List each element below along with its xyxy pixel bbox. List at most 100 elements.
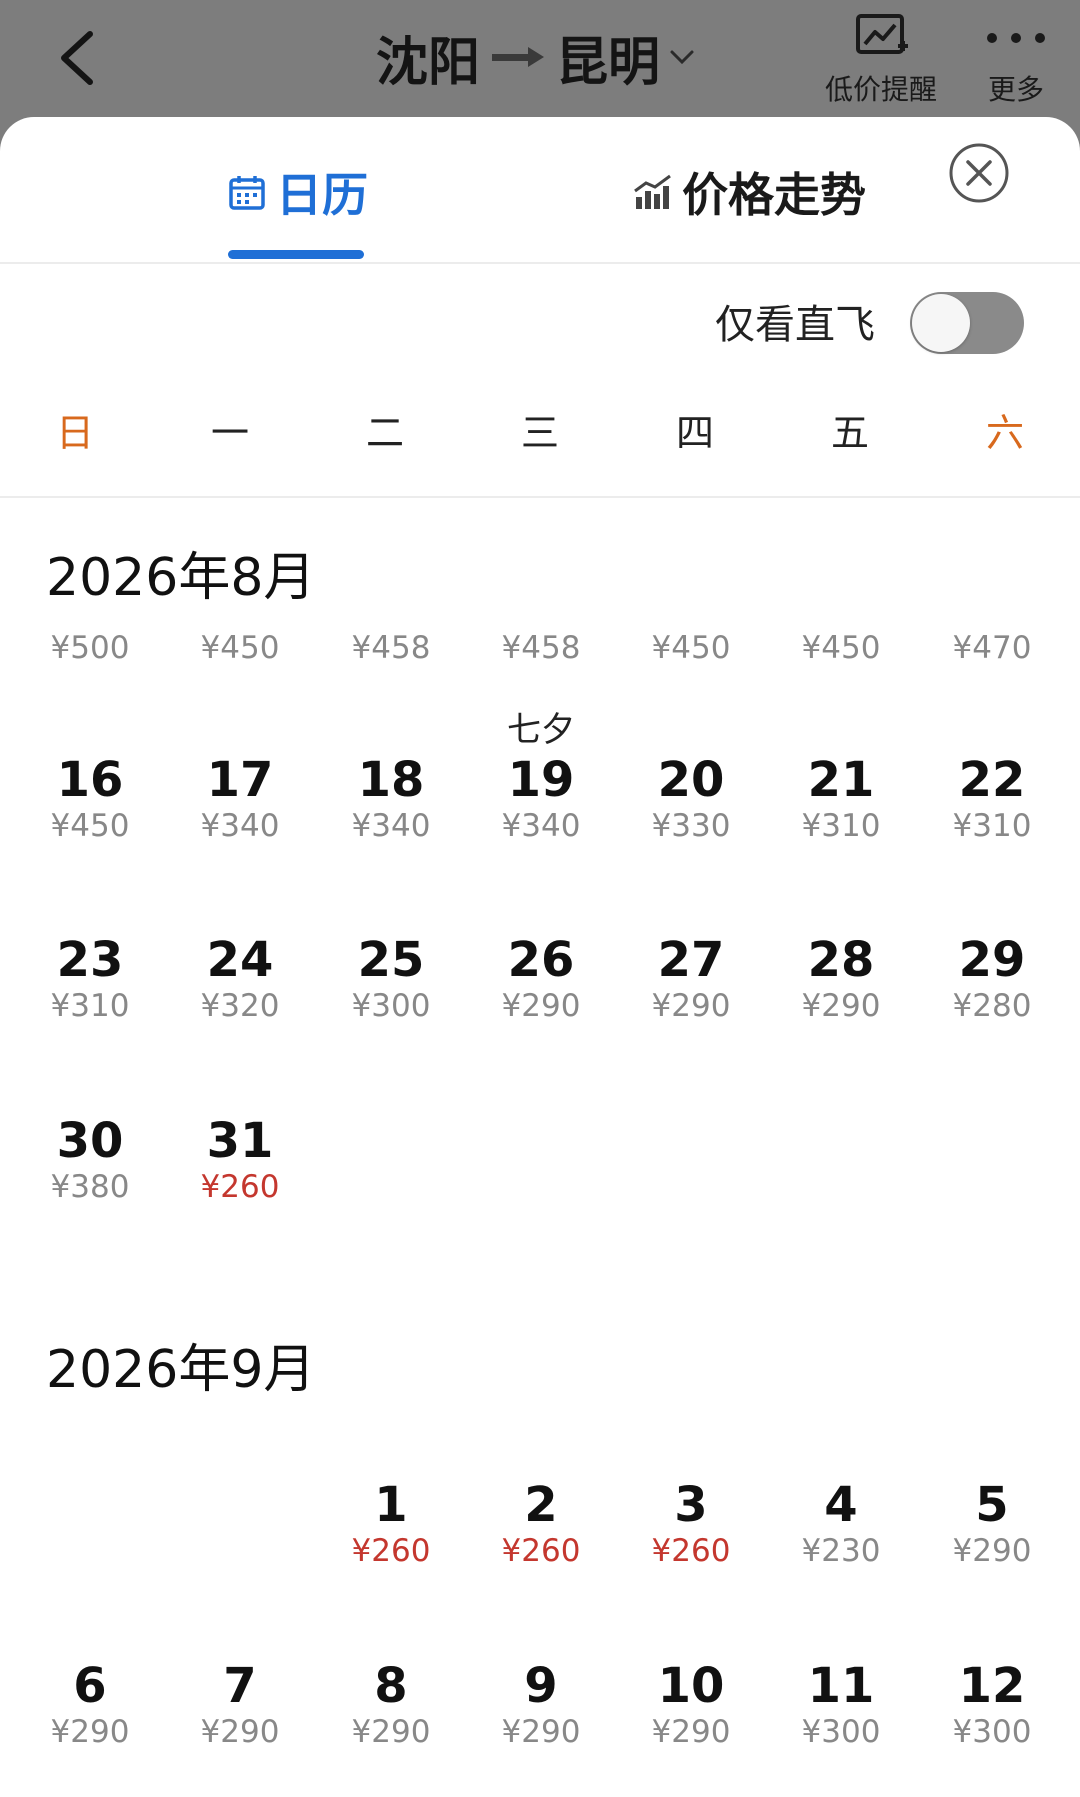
price-label: ¥290: [200, 1714, 280, 1750]
day-number: 3: [674, 1477, 708, 1533]
price-label: ¥320: [200, 988, 280, 1024]
price-alert-icon: [856, 14, 908, 54]
low-price-label: ¥260: [351, 1533, 431, 1569]
date-cell[interactable]: 26 ¥290: [466, 932, 616, 1024]
day-number: 17: [206, 752, 274, 808]
price-label: ¥300: [351, 988, 431, 1024]
price-alert-button[interactable]: 低价提醒: [818, 12, 944, 108]
day-number: 29: [958, 932, 1026, 988]
day-number: 18: [357, 752, 425, 808]
price-label: ¥310: [801, 808, 881, 844]
day-number: 30: [56, 1113, 124, 1169]
more-label: 更多: [987, 73, 1044, 106]
price-label: ¥290: [952, 1533, 1032, 1569]
price-label: ¥230: [801, 1533, 881, 1569]
close-button[interactable]: [948, 142, 1010, 204]
date-cell[interactable]: 24 ¥320: [165, 932, 315, 1024]
date-cell[interactable]: 31 ¥260: [165, 1113, 315, 1205]
holiday-label: 七夕: [507, 710, 575, 750]
chevron-down-icon: [670, 50, 694, 65]
date-cell[interactable]: 12 ¥300: [917, 1658, 1067, 1750]
tab-bar: 日历 价格走势: [0, 117, 1080, 264]
price-label[interactable]: ¥450: [616, 630, 766, 666]
price-label: ¥290: [651, 988, 731, 1024]
date-cell[interactable]: 28 ¥290: [766, 932, 916, 1024]
tab-price-trend[interactable]: 价格走势: [632, 159, 866, 225]
day-number: 16: [56, 752, 124, 808]
direct-flight-filter: 仅看直飞: [0, 264, 1080, 364]
price-label: ¥340: [200, 808, 280, 844]
direct-flight-toggle[interactable]: [910, 292, 1024, 354]
date-cell[interactable]: 9 ¥290: [466, 1658, 616, 1750]
date-cell[interactable]: 七夕 19 ¥340: [466, 710, 616, 844]
tab-calendar[interactable]: 日历: [228, 159, 368, 225]
route-selector[interactable]: 沈阳 昆明: [376, 22, 696, 93]
date-cell[interactable]: 8 ¥290: [316, 1658, 466, 1750]
price-label[interactable]: ¥458: [316, 630, 466, 666]
toggle-knob: [912, 294, 970, 352]
weekday-tue: 二: [365, 411, 404, 455]
day-number: 31: [206, 1113, 274, 1169]
date-cell[interactable]: 17 ¥340: [165, 752, 315, 844]
day-number: 10: [657, 1658, 725, 1714]
price-label: ¥310: [952, 808, 1032, 844]
price-label: ¥450: [50, 808, 130, 844]
close-icon: [949, 143, 1009, 203]
day-number: 8: [374, 1658, 408, 1714]
weekday-sun: 日: [55, 411, 94, 455]
low-price-label: ¥260: [651, 1533, 731, 1569]
day-number: 12: [958, 1658, 1026, 1714]
date-cell[interactable]: 23 ¥310: [15, 932, 165, 1024]
tab-price-trend-label: 价格走势: [682, 168, 866, 222]
price-label[interactable]: ¥500: [15, 630, 165, 666]
calendar-sheet: 日历 价格走势 仅看直飞 日 一 二 三 四 五 六 2026年8月 ¥500 …: [0, 117, 1080, 1797]
weekday-sat: 六: [985, 411, 1024, 455]
date-cell[interactable]: 11 ¥300: [766, 1658, 916, 1750]
direct-flight-label: 仅看直飞: [715, 302, 875, 348]
low-price-label: ¥260: [501, 1533, 581, 1569]
date-cell[interactable]: 21 ¥310: [766, 752, 916, 844]
date-cell[interactable]: 30 ¥380: [15, 1113, 165, 1205]
price-label: ¥290: [801, 988, 881, 1024]
weekday-mon: 一: [210, 411, 249, 455]
price-label: ¥340: [501, 808, 581, 844]
tab-calendar-label: 日历: [276, 168, 368, 222]
calendar-icon: [229, 176, 265, 210]
price-label[interactable]: ¥450: [165, 630, 315, 666]
date-cell[interactable]: 20 ¥330: [616, 752, 766, 844]
back-button[interactable]: [50, 22, 110, 92]
date-cell[interactable]: 18 ¥340: [316, 752, 466, 844]
price-label[interactable]: ¥470: [917, 630, 1067, 666]
day-number: 22: [958, 752, 1026, 808]
date-cell[interactable]: 10 ¥290: [616, 1658, 766, 1750]
date-cell[interactable]: 7 ¥290: [165, 1658, 315, 1750]
day-number: 27: [657, 932, 725, 988]
weekday-fri: 五: [830, 411, 869, 455]
day-number: 7: [223, 1658, 257, 1714]
date-cell[interactable]: 1 ¥260: [316, 1477, 466, 1569]
date-cell[interactable]: 25 ¥300: [316, 932, 466, 1024]
destination-city: 昆明: [556, 32, 661, 93]
day-number: 4: [824, 1477, 858, 1533]
date-cell[interactable]: 16 ¥450: [15, 752, 165, 844]
date-cell[interactable]: 3 ¥260: [616, 1477, 766, 1569]
date-cell[interactable]: 29 ¥280: [917, 932, 1067, 1024]
month-title-aug: 2026年8月: [46, 548, 316, 608]
price-label: ¥300: [952, 1714, 1032, 1750]
price-label[interactable]: ¥458: [466, 630, 616, 666]
more-button[interactable]: 更多: [976, 12, 1056, 108]
day-number: 28: [807, 932, 875, 988]
price-label: ¥330: [651, 808, 731, 844]
top-bar: 沈阳 昆明 低价提醒 更多: [0, 0, 1080, 118]
date-cell[interactable]: 22 ¥310: [917, 752, 1067, 844]
date-cell[interactable]: 2 ¥260: [466, 1477, 616, 1569]
date-cell[interactable]: 5 ¥290: [917, 1477, 1067, 1569]
day-number: 1: [374, 1477, 408, 1533]
month-title-sep: 2026年9月: [46, 1340, 316, 1400]
date-cell[interactable]: 4 ¥230: [766, 1477, 916, 1569]
active-tab-indicator: [228, 250, 364, 259]
date-cell[interactable]: 6 ¥290: [15, 1658, 165, 1750]
price-label: ¥300: [801, 1714, 881, 1750]
date-cell[interactable]: 27 ¥290: [616, 932, 766, 1024]
price-label[interactable]: ¥450: [766, 630, 916, 666]
